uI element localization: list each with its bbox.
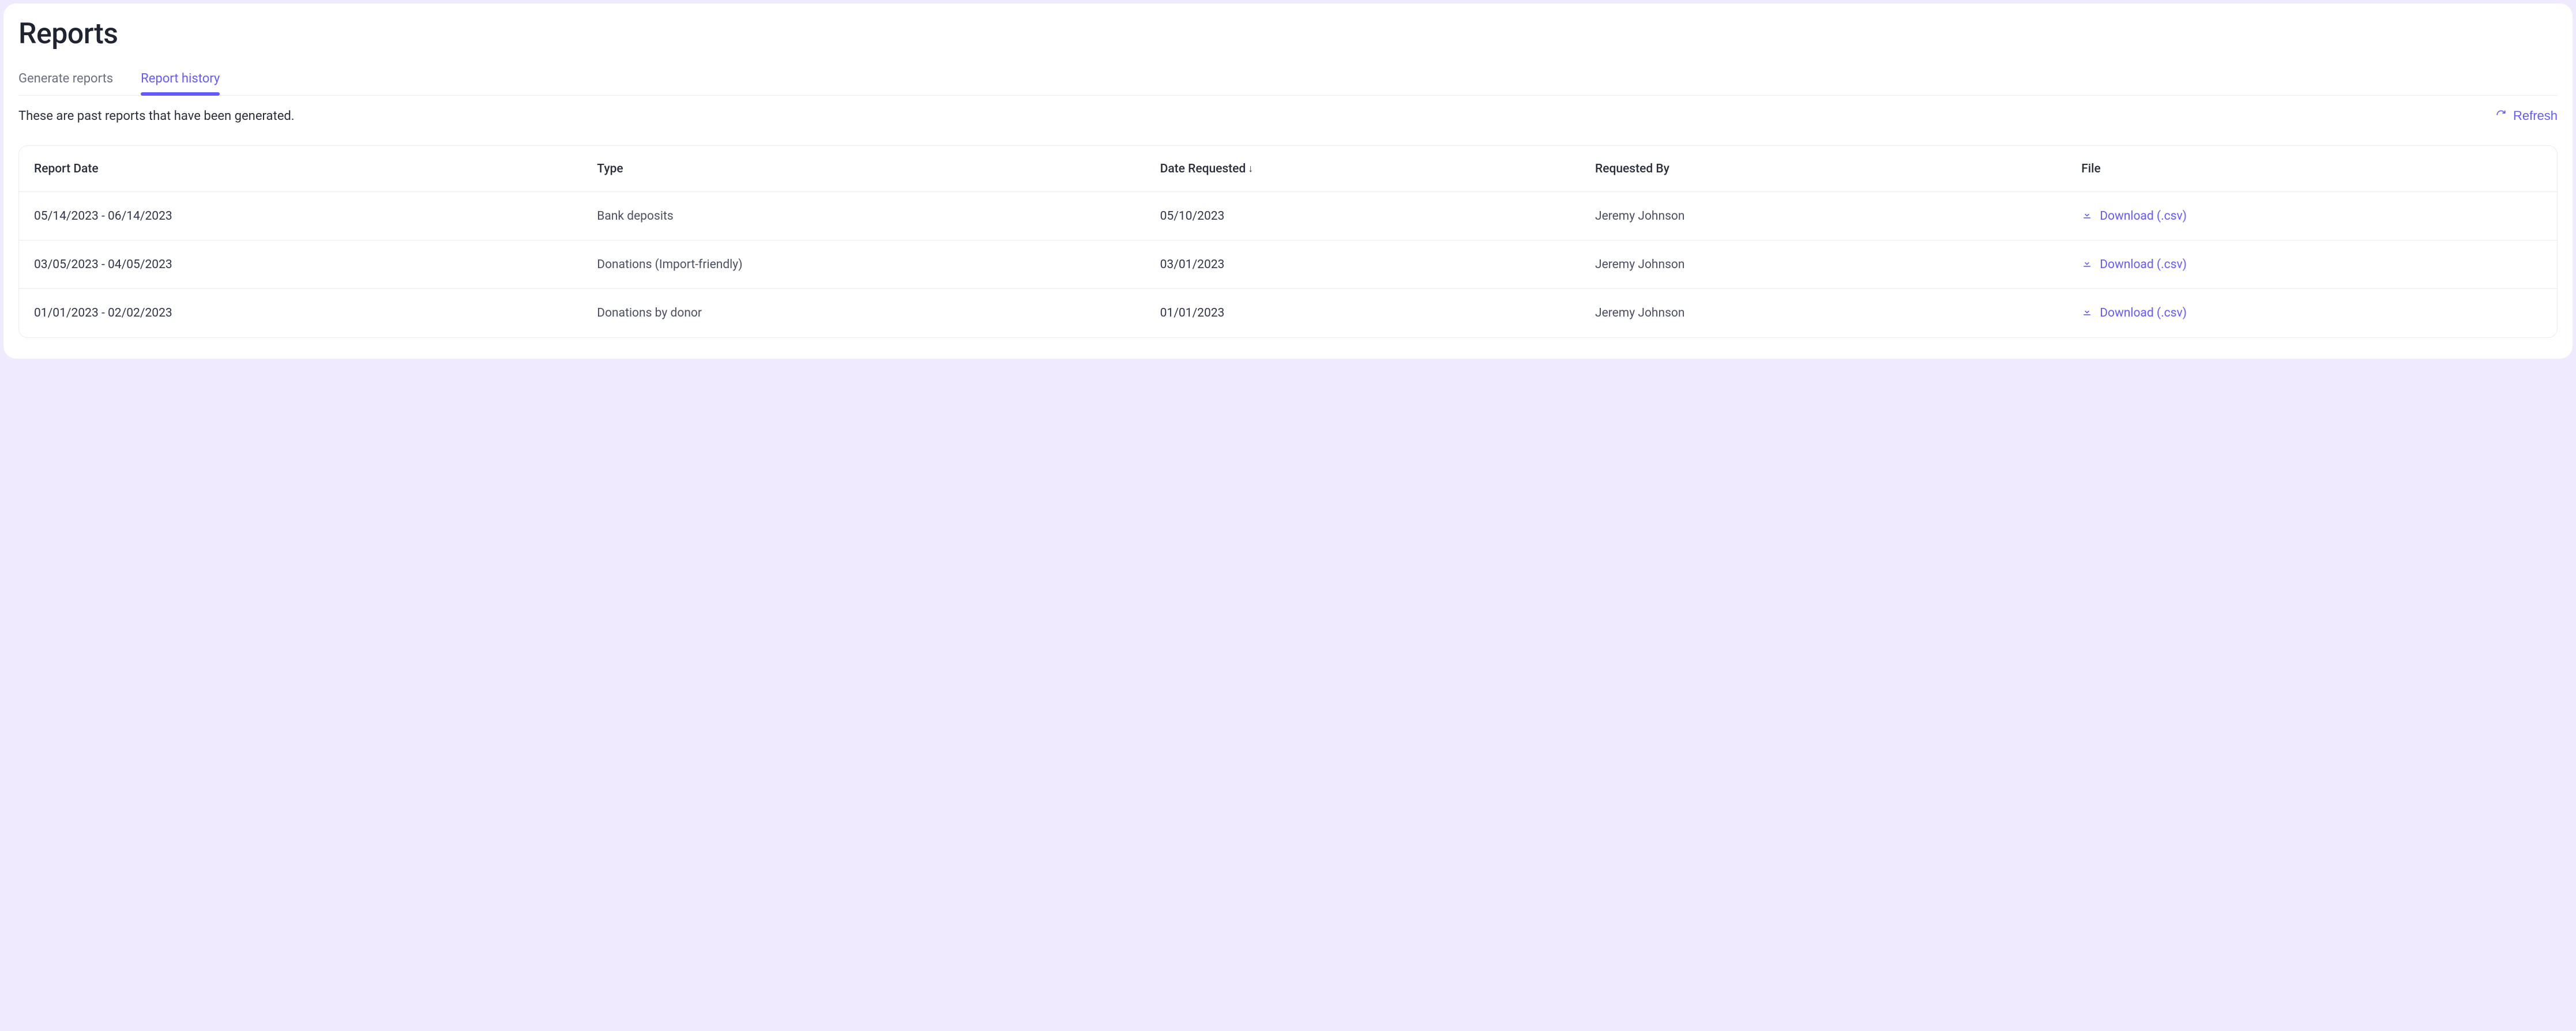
- app-window: Reports Generate reports Report history …: [3, 3, 2573, 359]
- col-type[interactable]: Type: [597, 162, 1160, 176]
- cell-file: Download (.csv): [2081, 257, 2542, 272]
- refresh-button[interactable]: Refresh: [2496, 108, 2558, 123]
- table-row: 05/14/2023 - 06/14/2023 Bank deposits 05…: [19, 192, 2557, 240]
- cell-requested-by: Jeremy Johnson: [1595, 306, 2081, 320]
- subheader-row: These are past reports that have been ge…: [18, 108, 2558, 123]
- download-label: Download (.csv): [2100, 258, 2187, 272]
- tab-generate-reports[interactable]: Generate reports: [18, 72, 113, 95]
- cell-date-requested: 01/01/2023: [1160, 306, 1595, 320]
- download-icon: [2081, 306, 2093, 321]
- cell-report-date: 01/01/2023 - 02/02/2023: [34, 306, 597, 320]
- cell-type: Donations by donor: [597, 306, 1160, 320]
- tab-report-history[interactable]: Report history: [141, 72, 220, 95]
- sort-descending-icon: ↓: [1248, 164, 1253, 174]
- col-date-requested[interactable]: Date Requested ↓: [1160, 162, 1595, 176]
- cell-type: Bank deposits: [597, 209, 1160, 223]
- col-report-date[interactable]: Report Date: [34, 162, 597, 176]
- download-icon: [2081, 209, 2093, 224]
- download-link[interactable]: Download (.csv): [2081, 209, 2187, 224]
- table-row: 01/01/2023 - 02/02/2023 Donations by don…: [19, 289, 2557, 337]
- cell-date-requested: 05/10/2023: [1160, 209, 1595, 223]
- col-date-requested-label: Date Requested: [1160, 162, 1246, 176]
- subheader-text: These are past reports that have been ge…: [18, 109, 295, 123]
- page-title: Reports: [18, 17, 2558, 51]
- reports-table: Report Date Type Date Requested ↓ Reques…: [18, 145, 2558, 338]
- table-header-row: Report Date Type Date Requested ↓ Reques…: [19, 146, 2557, 192]
- cell-file: Download (.csv): [2081, 209, 2542, 224]
- download-icon: [2081, 257, 2093, 272]
- cell-report-date: 03/05/2023 - 04/05/2023: [34, 258, 597, 272]
- refresh-icon: [2496, 108, 2506, 123]
- cell-requested-by: Jeremy Johnson: [1595, 209, 2081, 223]
- download-link[interactable]: Download (.csv): [2081, 257, 2187, 272]
- tabs: Generate reports Report history: [18, 72, 2558, 96]
- col-file[interactable]: File: [2081, 162, 2542, 176]
- download-link[interactable]: Download (.csv): [2081, 306, 2187, 321]
- cell-requested-by: Jeremy Johnson: [1595, 258, 2081, 272]
- download-label: Download (.csv): [2100, 209, 2187, 223]
- download-label: Download (.csv): [2100, 306, 2187, 320]
- cell-type: Donations (Import-friendly): [597, 258, 1160, 272]
- table-row: 03/05/2023 - 04/05/2023 Donations (Impor…: [19, 240, 2557, 289]
- cell-report-date: 05/14/2023 - 06/14/2023: [34, 209, 597, 223]
- col-requested-by[interactable]: Requested By: [1595, 162, 2081, 176]
- cell-file: Download (.csv): [2081, 306, 2542, 321]
- refresh-label: Refresh: [2513, 108, 2558, 123]
- cell-date-requested: 03/01/2023: [1160, 258, 1595, 272]
